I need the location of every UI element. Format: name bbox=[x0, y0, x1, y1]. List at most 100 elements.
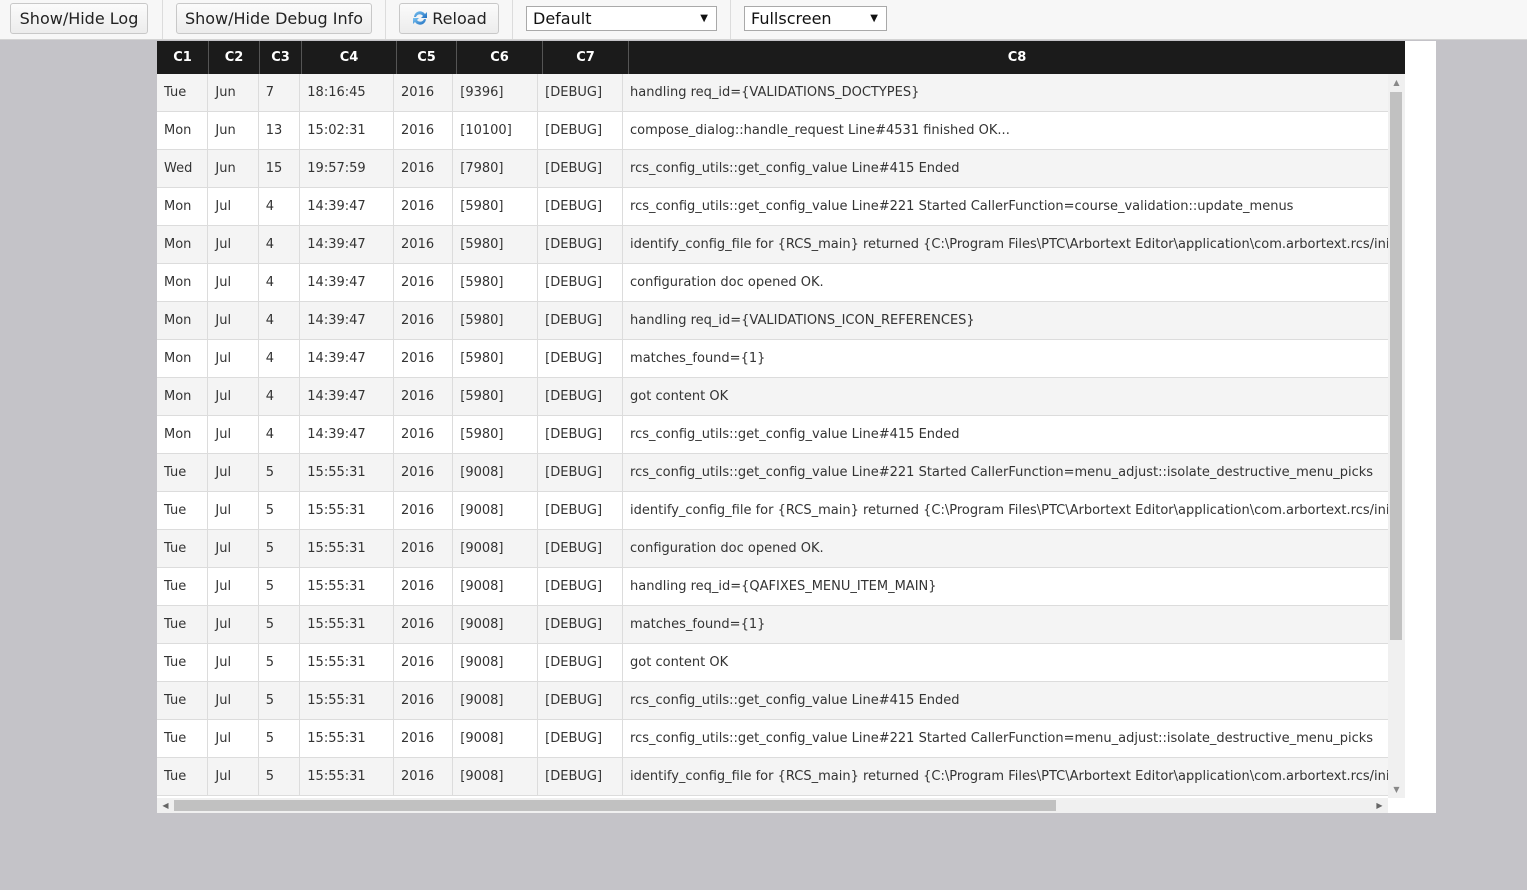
cell-date: 15 bbox=[259, 150, 301, 187]
cell-month: Jul bbox=[208, 720, 259, 757]
table-row[interactable]: Mon Jul 4 14:39:47 2016 [5980] [DEBUG] matches_… bbox=[157, 340, 1388, 378]
table-row[interactable]: Mon Jul 4 14:39:47 2016 [5980] [DEBUG] identify… bbox=[157, 226, 1388, 264]
column-header-c2[interactable]: C2 bbox=[209, 41, 260, 74]
table-row[interactable]: Tue Jun 7 18:16:45 2016 [9396] [DEBUG] handling… bbox=[157, 74, 1388, 112]
cell-pid: [10100] bbox=[453, 112, 539, 149]
cell-day: Mon bbox=[157, 416, 209, 453]
cell-time: 15:55:31 bbox=[300, 568, 395, 605]
table-header: C1 C2 C3 C4 C5 C6 C7 C8 bbox=[157, 41, 1405, 74]
cell-level: [DEBUG] bbox=[538, 74, 624, 111]
cell-pid: [9008] bbox=[453, 644, 539, 681]
cell-level: [DEBUG] bbox=[538, 530, 624, 567]
column-header-c7[interactable]: C7 bbox=[543, 41, 629, 74]
horizontal-scroll-thumb[interactable] bbox=[174, 800, 1056, 811]
view-mode-select[interactable]: Fullscreen ▼ bbox=[744, 6, 887, 31]
cell-pid: [5980] bbox=[453, 188, 539, 225]
cell-year: 2016 bbox=[394, 150, 454, 187]
cell-message: rcs_config_utils::get_config_value Line#… bbox=[630, 693, 960, 708]
cell-day: Mon bbox=[157, 188, 209, 225]
dropdown-arrow-icon: ▼ bbox=[700, 13, 708, 24]
cell-month: Jul bbox=[208, 492, 259, 529]
cell-month: Jul bbox=[208, 644, 259, 681]
dropdown-arrow-icon: ▼ bbox=[870, 13, 878, 24]
cell-month: Jul bbox=[208, 378, 259, 415]
cell-month: Jun bbox=[208, 112, 259, 149]
cell-date: 4 bbox=[259, 378, 301, 415]
cell-month: Jul bbox=[208, 226, 259, 263]
column-header-c6[interactable]: C6 bbox=[457, 41, 543, 74]
cell-level: [DEBUG] bbox=[538, 226, 624, 263]
table-row[interactable]: Tue Jul 5 15:55:31 2016 [9008] [DEBUG] identify… bbox=[157, 758, 1388, 796]
table-row[interactable]: Tue Jul 5 15:55:31 2016 [9008] [DEBUG] rcs_conf… bbox=[157, 720, 1388, 758]
show-hide-log-button[interactable]: Show/Hide Log bbox=[10, 3, 148, 34]
table-row[interactable]: Wed Jun 15 19:57:59 2016 [7980] [DEBUG] rcs_con… bbox=[157, 150, 1388, 188]
cell-level: [DEBUG] bbox=[538, 720, 624, 757]
cell-pid: [9008] bbox=[453, 606, 539, 643]
theme-select[interactable]: Default ▼ bbox=[526, 6, 717, 31]
cell-date: 13 bbox=[259, 112, 301, 149]
cell-day: Wed bbox=[157, 150, 209, 187]
cell-date: 4 bbox=[259, 226, 301, 263]
table-row[interactable]: Mon Jul 4 14:39:47 2016 [5980] [DEBUG] rcs_conf… bbox=[157, 416, 1388, 454]
cell-month: Jul bbox=[208, 568, 259, 605]
table-row[interactable]: Mon Jun 13 15:02:31 2016 [10100] [DEBUG] compos… bbox=[157, 112, 1388, 150]
vertical-scroll-thumb[interactable] bbox=[1390, 92, 1402, 640]
scroll-down-arrow-icon[interactable]: ▼ bbox=[1388, 781, 1405, 798]
scroll-left-arrow-icon[interactable]: ◀ bbox=[157, 798, 174, 813]
column-header-c8[interactable]: C8 bbox=[629, 41, 1405, 74]
cell-message: compose_dialog::handle_request Line#4531… bbox=[630, 123, 1010, 138]
scrollbar-corner bbox=[1388, 798, 1405, 813]
table-row[interactable]: Mon Jul 4 14:39:47 2016 [5980] [DEBUG] configur… bbox=[157, 264, 1388, 302]
toolbar-divider bbox=[162, 0, 163, 39]
cell-time: 14:39:47 bbox=[300, 302, 395, 339]
reload-button[interactable]: Reload bbox=[399, 3, 499, 34]
cell-day: Tue bbox=[157, 492, 209, 529]
cell-day: Tue bbox=[157, 530, 209, 567]
table-row[interactable]: Tue Jul 5 15:55:31 2016 [9008] [DEBUG] got cont… bbox=[157, 644, 1388, 682]
cell-message: identify_config_file for {RCS_main} retu… bbox=[630, 503, 1388, 518]
column-header-c5[interactable]: C5 bbox=[397, 41, 457, 74]
table-row[interactable]: Tue Jul 5 15:55:31 2016 [9008] [DEBUG] handling… bbox=[157, 568, 1388, 606]
refresh-icon bbox=[411, 7, 429, 25]
cell-time: 15:55:31 bbox=[300, 644, 395, 681]
table-row[interactable]: Mon Jul 4 14:39:47 2016 [5980] [DEBUG] handling… bbox=[157, 302, 1388, 340]
table-row[interactable]: Tue Jul 5 15:55:31 2016 [9008] [DEBUG] matches_… bbox=[157, 606, 1388, 644]
vertical-scrollbar[interactable]: ▲ ▼ bbox=[1388, 74, 1405, 798]
table-row[interactable]: Mon Jul 4 14:39:47 2016 [5980] [DEBUG] rcs_conf… bbox=[157, 188, 1388, 226]
toolbar: Show/Hide Log Show/Hide Debug Info Reloa… bbox=[0, 0, 1527, 40]
cell-message: handling req_id={VALIDATIONS_ICON_REFERE… bbox=[630, 313, 975, 328]
table-row[interactable]: Tue Jul 5 15:55:31 2016 [9008] [DEBUG] rcs_conf… bbox=[157, 454, 1388, 492]
column-header-c4[interactable]: C4 bbox=[302, 41, 397, 74]
cell-level: [DEBUG] bbox=[538, 112, 624, 149]
cell-date: 5 bbox=[259, 530, 301, 567]
cell-date: 5 bbox=[259, 758, 301, 795]
cell-date: 4 bbox=[259, 188, 301, 225]
table-row[interactable]: Tue Jul 5 15:55:31 2016 [9008] [DEBUG] identify… bbox=[157, 492, 1388, 530]
log-panel: C1 C2 C3 C4 C5 C6 C7 C8 Tue Jun 7 18:16:45 2… bbox=[157, 41, 1436, 813]
cell-day: Mon bbox=[157, 264, 209, 301]
cell-time: 18:16:45 bbox=[300, 74, 395, 111]
cell-month: Jul bbox=[208, 188, 259, 225]
table-row[interactable]: Tue Jul 5 15:55:31 2016 [9008] [DEBUG] rcs_conf… bbox=[157, 682, 1388, 720]
column-header-c1[interactable]: C1 bbox=[157, 41, 209, 74]
scroll-up-arrow-icon[interactable]: ▲ bbox=[1388, 74, 1405, 91]
cell-year: 2016 bbox=[394, 226, 454, 263]
cell-time: 14:39:47 bbox=[300, 264, 395, 301]
cell-month: Jul bbox=[208, 416, 259, 453]
table-row[interactable]: Tue Jul 5 15:55:31 2016 [9008] [DEBUG] configur… bbox=[157, 530, 1388, 568]
cell-pid: [5980] bbox=[453, 264, 539, 301]
cell-month: Jun bbox=[208, 74, 259, 111]
cell-date: 5 bbox=[259, 682, 301, 719]
scroll-right-arrow-icon[interactable]: ▶ bbox=[1371, 798, 1388, 813]
cell-day: Tue bbox=[157, 74, 209, 111]
column-header-c3[interactable]: C3 bbox=[260, 41, 302, 74]
table-row[interactable]: Mon Jul 4 14:39:47 2016 [5980] [DEBUG] got cont… bbox=[157, 378, 1388, 416]
horizontal-scrollbar[interactable]: ◀ ▶ bbox=[157, 798, 1388, 813]
cell-level: [DEBUG] bbox=[538, 264, 624, 301]
cell-time: 15:55:31 bbox=[300, 758, 395, 795]
cell-year: 2016 bbox=[394, 416, 454, 453]
cell-pid: [5980] bbox=[453, 226, 539, 263]
show-hide-debug-info-button[interactable]: Show/Hide Debug Info bbox=[176, 3, 372, 34]
cell-date: 5 bbox=[259, 606, 301, 643]
cell-year: 2016 bbox=[394, 682, 454, 719]
